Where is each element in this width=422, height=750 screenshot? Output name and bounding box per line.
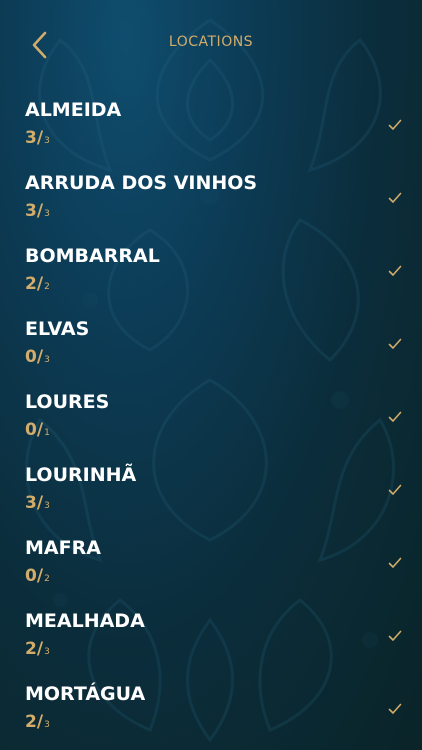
location-item-elvas[interactable]: ELVAS 0/3 bbox=[0, 307, 422, 380]
found-count: 2 bbox=[25, 712, 37, 732]
checkmark-icon bbox=[388, 703, 402, 714]
total-count: 1 bbox=[44, 428, 50, 438]
checkmark-icon bbox=[388, 630, 402, 641]
location-progress: 2/3 bbox=[25, 712, 50, 732]
location-progress: 3/3 bbox=[25, 493, 50, 513]
location-name: ARRUDA DOS VINHOS bbox=[25, 172, 258, 194]
location-progress: 2/3 bbox=[25, 639, 50, 659]
page-title: LOCATIONS bbox=[168, 34, 254, 50]
found-count: 3 bbox=[25, 128, 37, 148]
total-count: 3 bbox=[44, 501, 50, 511]
nav-header: LOCATIONS bbox=[0, 0, 422, 88]
total-count: 3 bbox=[44, 136, 50, 146]
location-progress: 2/2 bbox=[25, 274, 50, 294]
checkmark-icon bbox=[388, 265, 402, 276]
found-count: 3 bbox=[25, 493, 37, 513]
location-item-loures[interactable]: LOURES 0/1 bbox=[0, 380, 422, 453]
found-count: 0 bbox=[25, 566, 37, 586]
total-count: 2 bbox=[44, 282, 50, 292]
found-count: 0 bbox=[25, 420, 37, 440]
checkmark-icon bbox=[388, 192, 402, 203]
location-item-mealhada[interactable]: MEALHADA 2/3 bbox=[0, 599, 422, 672]
location-progress: 0/1 bbox=[25, 420, 50, 440]
location-name: MAFRA bbox=[25, 537, 101, 559]
location-name: MEALHADA bbox=[25, 610, 145, 632]
checkmark-icon bbox=[388, 557, 402, 568]
location-progress: 0/3 bbox=[25, 347, 50, 367]
location-name: LOURES bbox=[25, 391, 110, 413]
total-count: 3 bbox=[44, 355, 50, 365]
location-progress: 0/2 bbox=[25, 566, 50, 586]
location-item-arruda-dos-vinhos[interactable]: ARRUDA DOS VINHOS 3/3 bbox=[0, 161, 422, 234]
checkmark-icon bbox=[388, 338, 402, 349]
location-name: ELVAS bbox=[25, 318, 90, 340]
found-count: 0 bbox=[25, 347, 37, 367]
found-count: 2 bbox=[25, 274, 37, 294]
location-name: ALMEIDA bbox=[25, 99, 122, 121]
total-count: 3 bbox=[44, 720, 50, 730]
location-progress: 3/3 bbox=[25, 201, 50, 221]
location-item-almeida[interactable]: ALMEIDA 3/3 bbox=[0, 88, 422, 161]
found-count: 2 bbox=[25, 639, 37, 659]
total-count: 3 bbox=[44, 647, 50, 657]
checkmark-icon bbox=[388, 119, 402, 130]
location-name: LOURINHÃ bbox=[25, 464, 137, 486]
found-count: 3 bbox=[25, 201, 37, 221]
location-item-mafra[interactable]: MAFRA 0/2 bbox=[0, 526, 422, 599]
total-count: 3 bbox=[44, 209, 50, 219]
checkmark-icon bbox=[388, 411, 402, 422]
total-count: 2 bbox=[44, 574, 50, 584]
locations-list: ALMEIDA 3/3 ARRUDA DOS VINHOS 3/3 BOMBAR… bbox=[0, 88, 422, 745]
checkmark-icon bbox=[388, 484, 402, 495]
location-name: BOMBARRAL bbox=[25, 245, 160, 267]
location-name: MORTÁGUA bbox=[25, 683, 146, 705]
location-item-mortagua[interactable]: MORTÁGUA 2/3 bbox=[0, 672, 422, 745]
location-item-lourinha[interactable]: LOURINHÃ 3/3 bbox=[0, 453, 422, 526]
location-progress: 3/3 bbox=[25, 128, 50, 148]
location-item-bombarral[interactable]: BOMBARRAL 2/2 bbox=[0, 234, 422, 307]
